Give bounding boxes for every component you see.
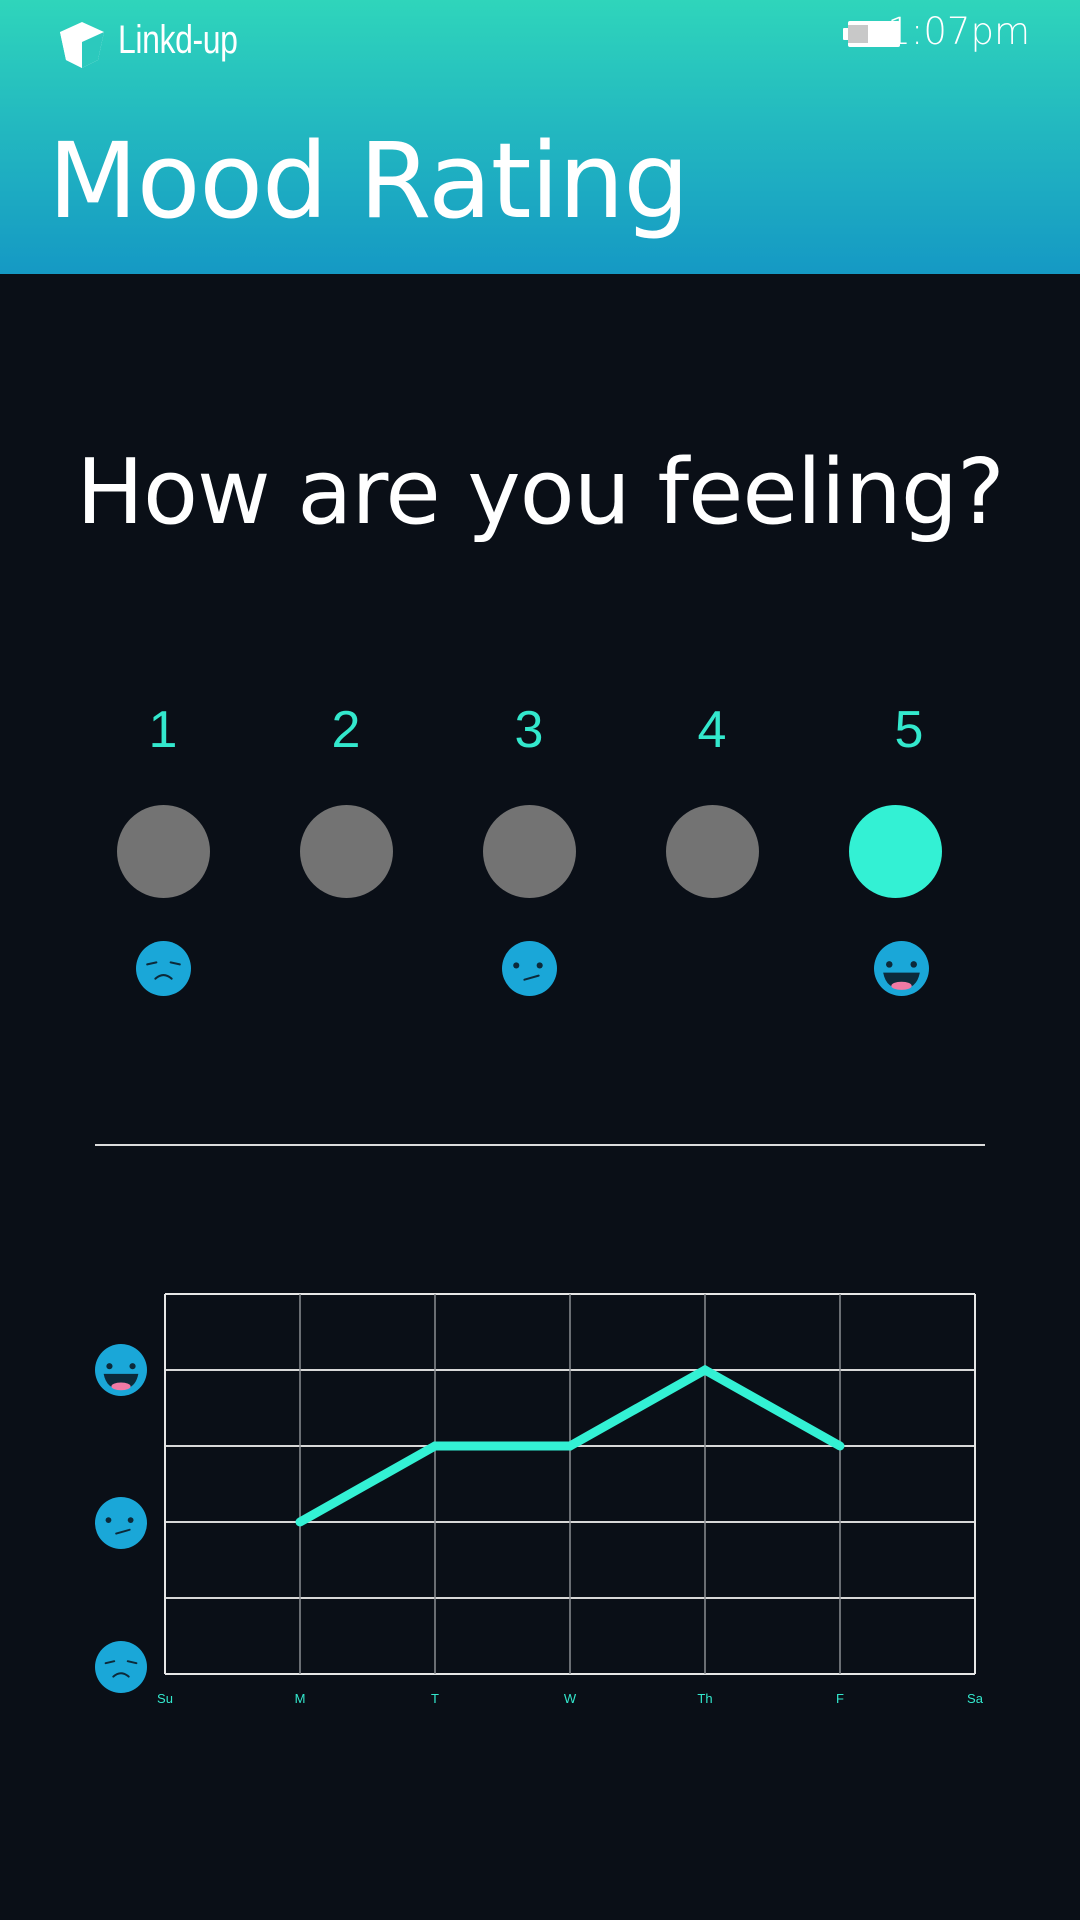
- happy-face-icon: [874, 941, 929, 996]
- x-tick-label: M: [294, 1691, 306, 1706]
- x-tick-label: W: [563, 1691, 577, 1706]
- mood-data-point: [565, 1441, 575, 1451]
- chart-axis-neutral-face-icon: [95, 1497, 147, 1549]
- mood-data-point: [700, 1365, 710, 1375]
- page-title: Mood Rating: [48, 120, 689, 242]
- section-divider: [95, 1144, 985, 1146]
- x-tick-label: T: [431, 1691, 439, 1706]
- rating-label-4: 4: [697, 701, 727, 759]
- brand-name: Linkd-up: [118, 18, 238, 62]
- rating-option-1[interactable]: [117, 805, 210, 898]
- rating-option-3[interactable]: [483, 805, 576, 898]
- rating-label-5: 5: [894, 701, 924, 759]
- x-tick-label: Th: [697, 1691, 713, 1706]
- neutral-face-icon: [502, 941, 557, 996]
- mood-data-point: [835, 1441, 845, 1451]
- mood-rating-screen: Linkd-up 1:07pm Mood Rating How are you …: [0, 0, 1080, 1920]
- rating-option-5[interactable]: [849, 805, 942, 898]
- x-tick-label: Sa: [967, 1691, 983, 1706]
- rating-label-1: 1: [148, 701, 178, 759]
- mood-line-chart: [164, 1293, 976, 1675]
- rating-label-3: 3: [514, 701, 544, 759]
- x-tick-label: Su: [157, 1691, 173, 1706]
- rating-option-2[interactable]: [300, 805, 393, 898]
- sad-face-icon: [136, 941, 191, 996]
- rating-label-2: 2: [331, 701, 361, 759]
- rating-option-4[interactable]: [666, 805, 759, 898]
- status-time: 1:07pm: [887, 10, 1030, 53]
- mood-data-point: [430, 1441, 440, 1451]
- app-header: Linkd-up 1:07pm Mood Rating: [0, 0, 1080, 274]
- mood-question: How are you feeling?: [76, 440, 1004, 545]
- chart-axis-happy-face-icon: [95, 1344, 147, 1396]
- linkd-up-logo-icon: [60, 22, 104, 68]
- chart-axis-sad-face-icon: [95, 1641, 147, 1693]
- x-tick-label: F: [836, 1691, 844, 1706]
- mood-data-point: [295, 1517, 305, 1527]
